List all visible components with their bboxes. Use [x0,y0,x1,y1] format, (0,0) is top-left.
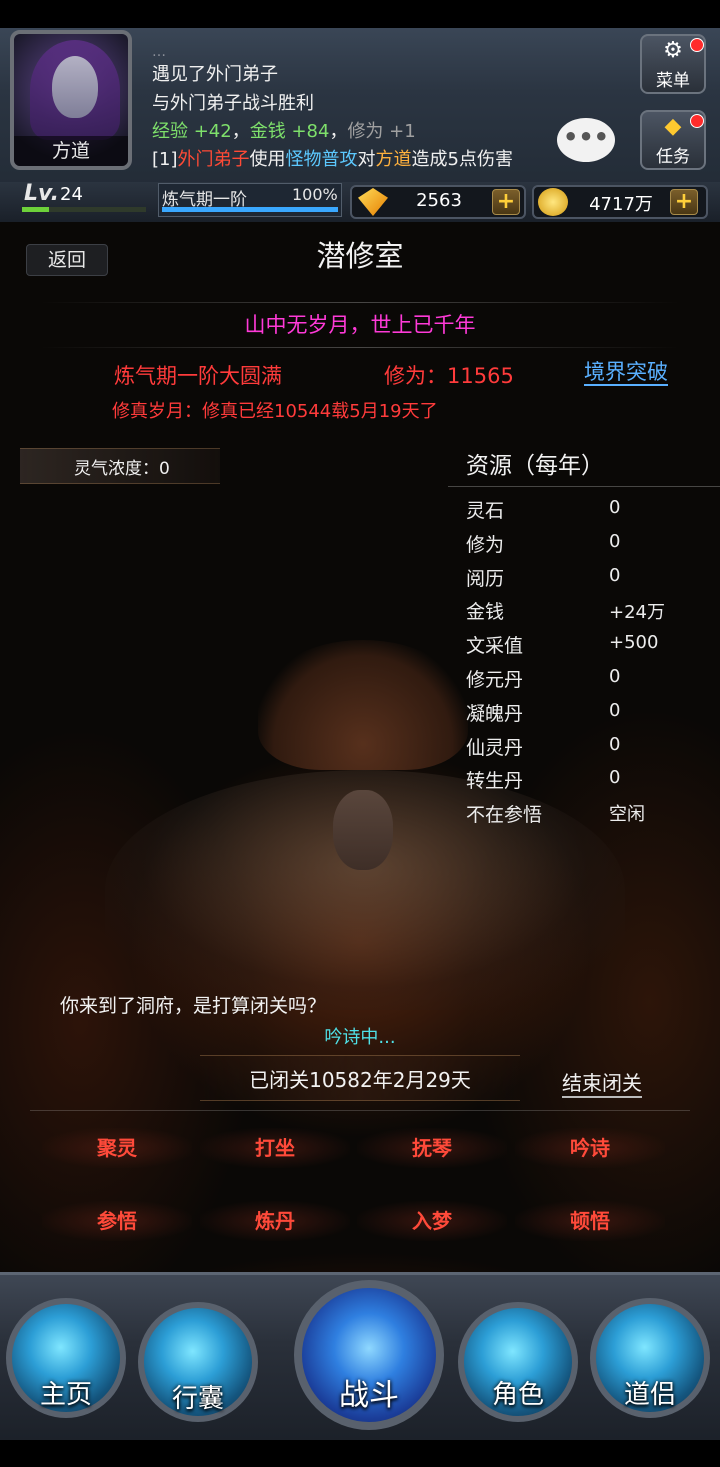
resource-value: 0 [609,767,621,788]
nav-home-label: 主页 [39,1380,92,1410]
resource-label: 金钱 [466,601,505,623]
divider [448,486,720,487]
divider [40,302,680,303]
breakthrough-link[interactable]: 境界突破 [584,360,668,386]
log-to: 对 [357,149,376,170]
resource-label: 凝魄丹 [466,703,524,725]
resource-value: +500 [609,632,659,653]
chat-bubble-icon[interactable]: ••• [557,118,615,162]
log-target: 方道 [375,149,412,170]
realm-percent: 100% [292,185,338,204]
action-gather-spirit-button[interactable]: 聚灵 [42,1128,192,1168]
cultivation-value: 修为：11565 [384,364,514,388]
level-label: Lv. [24,181,59,206]
action-chant-poem-button[interactable]: 吟诗 [515,1128,665,1168]
resource-label: 阅历 [466,568,505,590]
divider [40,347,680,348]
log-exp: 经验 +42 [152,121,232,142]
add-gold-button[interactable]: + [670,189,698,215]
motto-text: 山中无岁月，世上已千年 [244,313,476,337]
exp-bar-fill [22,207,49,212]
back-button[interactable]: 返回 [26,244,108,276]
resource-value: +24万 [609,602,665,623]
log-sep: ， [231,121,250,142]
resource-label: 修元丹 [466,669,524,691]
level-value: 24 [60,184,83,205]
log-skill: 怪物普攻 [285,149,358,170]
resource-value: 0 [609,497,621,518]
resource-value: 0 [609,565,621,586]
log-attacker: 外门弟子 [177,149,250,170]
nav-battle-label: 战斗 [339,1378,399,1413]
system-nav-bar [0,1440,720,1467]
log-index: [1] [152,149,178,170]
resources-title: 资源（每年） [466,453,604,479]
action-comprehend-button[interactable]: 参悟 [42,1201,192,1241]
page-title: 潜修室 [316,239,404,273]
retreat-duration: 已闭关10582年2月29天 [249,1068,471,1092]
monk-hat-art [258,640,468,770]
realm-status: 炼气期一阶大圆满 [114,364,282,388]
cultivation-years: 修真岁月：修真已经10544载5月19天了 [112,401,438,422]
activity-status: 吟诗中... [324,1027,396,1048]
realm-bar-fill [162,207,338,212]
nav-bag-label: 行囊 [171,1384,224,1414]
log-verb: 使用 [249,149,286,170]
resource-label: 不在参悟 [466,804,543,826]
resource-value: 0 [609,734,621,755]
log-line-2: 与外门弟子战斗胜利 [152,93,314,114]
avatar-face-art [52,56,98,118]
end-retreat-button[interactable]: 结束闭关 [562,1070,642,1098]
avatar-name: 方道 [14,136,128,166]
log-money: 金钱 +84 [249,121,330,142]
log-line-1: 遇见了外门弟子 [152,64,278,85]
action-alchemy-button[interactable]: 炼丹 [200,1201,350,1241]
log-sep: ， [329,121,348,142]
nav-companion-label: 道侣 [623,1380,676,1410]
system-status-bar [0,0,720,28]
gold-amount: 4717万 [589,194,653,215]
menu-label: 菜单 [656,71,690,91]
monk-face-art [333,790,393,870]
resource-label: 仙灵丹 [466,737,524,759]
notification-dot [690,38,704,52]
log-line-4: [1]外门弟子使用怪物普攻对方道造成5点伤害 [152,145,513,171]
notification-dot [690,114,704,128]
resource-label: 文采值 [466,635,524,657]
action-dream-button[interactable]: 入梦 [357,1201,507,1241]
log-cultivation: 修为 +1 [347,121,416,142]
action-meditate-button[interactable]: 打坐 [200,1128,350,1168]
avatar[interactable]: 方道 [10,30,132,170]
resource-value: 0 [609,531,621,552]
resource-value: 空闲 [609,804,645,825]
resource-value: 0 [609,666,621,687]
aura-concentration: 灵气浓度：0 [74,459,170,479]
action-enlighten-button[interactable]: 顿悟 [515,1201,665,1241]
log-result: 造成5点伤害 [411,149,513,170]
gold-coin-icon [538,188,568,216]
action-play-qin-button[interactable]: 抚琴 [357,1128,507,1168]
log-line-faded: … [152,44,167,60]
log-line-3: 经验 +42，金钱 +84，修为 +1 [152,117,416,143]
gem-amount: 2563 [416,190,462,211]
nav-character-label: 角色 [491,1380,544,1410]
resource-label: 修为 [466,534,505,556]
dialog-text: 你来到了洞府，是打算闭关吗？ [60,995,327,1017]
task-label: 任务 [656,147,690,167]
resource-value: 0 [609,700,621,721]
divider [30,1110,690,1111]
resource-label: 转生丹 [466,770,524,792]
resource-label: 灵石 [466,500,505,522]
add-gems-button[interactable]: + [492,189,520,215]
